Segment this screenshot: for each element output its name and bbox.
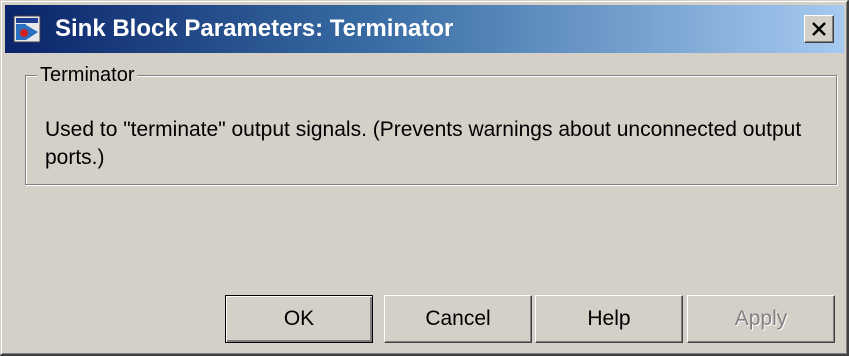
dialog-title: Sink Block Parameters: Terminator: [55, 15, 454, 42]
ok-button[interactable]: OK: [225, 295, 373, 343]
close-icon: [812, 22, 826, 36]
block-description: Used to "terminate" output signals. (Pre…: [45, 118, 802, 169]
simulink-block-icon: [13, 15, 41, 43]
apply-button[interactable]: Apply: [687, 295, 835, 343]
cancel-button[interactable]: Cancel: [384, 295, 532, 343]
terminator-group-box: Terminator Used to "terminate" output si…: [25, 62, 837, 185]
group-label: Terminator: [37, 62, 138, 88]
help-button[interactable]: Help: [535, 295, 683, 343]
close-button[interactable]: [804, 15, 834, 43]
dialog-window: Sink Block Parameters: Terminator Termin…: [0, 0, 849, 356]
title-bar[interactable]: Sink Block Parameters: Terminator: [5, 5, 844, 53]
